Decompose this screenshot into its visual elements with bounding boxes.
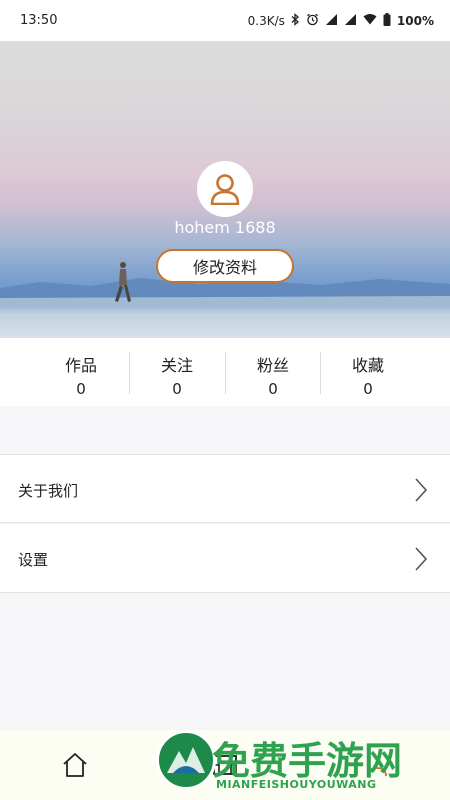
bluetooth-icon [291,12,300,29]
battery-level: 100% [396,13,434,28]
home-icon [63,753,87,777]
profile-header: hohem 1688 修改资料 [0,41,450,338]
signal-icon [344,13,357,29]
menu-item-label: 关于我们 [18,482,79,500]
user-icon [210,174,240,205]
watermark-logo-icon [156,730,216,790]
watermark: 免费手游网 MIANFEISHOUYOUWANG [150,728,450,800]
stat-favorites[interactable]: 收藏 0 [320,352,416,398]
watermark-title: 免费手游网 [212,739,403,783]
stat-count: 0 [363,380,373,398]
stat-following[interactable]: 关注 0 [129,352,225,398]
menu-item-settings[interactable]: 设置 [0,524,450,593]
watermark-subtitle: MIANFEISHOUYOUWANG [216,778,377,791]
chevron-right-icon [414,477,428,507]
status-time: 13:50 [20,13,58,28]
chevron-right-icon [414,546,428,576]
status-icons: 0.3K/s 100% [247,12,434,29]
username: hohem 1688 [174,218,276,237]
stat-works[interactable]: 作品 0 [33,352,129,398]
wifi-icon [363,13,377,28]
stat-count: 0 [172,380,182,398]
nav-home[interactable] [62,752,88,782]
menu-item-label: 设置 [18,551,49,569]
stat-fans[interactable]: 粉丝 0 [225,352,321,398]
network-speed: 0.3K/s [247,13,285,28]
walking-person-image [113,261,131,309]
stats-row: 作品 0 关注 0 粉丝 0 收藏 0 [0,338,450,406]
edit-profile-button[interactable]: 修改资料 [156,249,294,283]
status-bar: 13:50 0.3K/s 100% [0,0,450,41]
stat-count: 0 [76,380,86,398]
battery-icon [383,12,391,29]
hd-signal-icon [325,13,338,29]
stat-label: 关注 [160,356,193,375]
avatar[interactable] [197,161,253,217]
stat-label: 收藏 [351,356,384,375]
alarm-icon [306,13,319,29]
menu-item-about-us[interactable]: 关于我们 [0,454,450,523]
stat-label: 作品 [64,356,97,375]
stat-count: 0 [268,380,278,398]
stat-label: 粉丝 [256,356,289,375]
